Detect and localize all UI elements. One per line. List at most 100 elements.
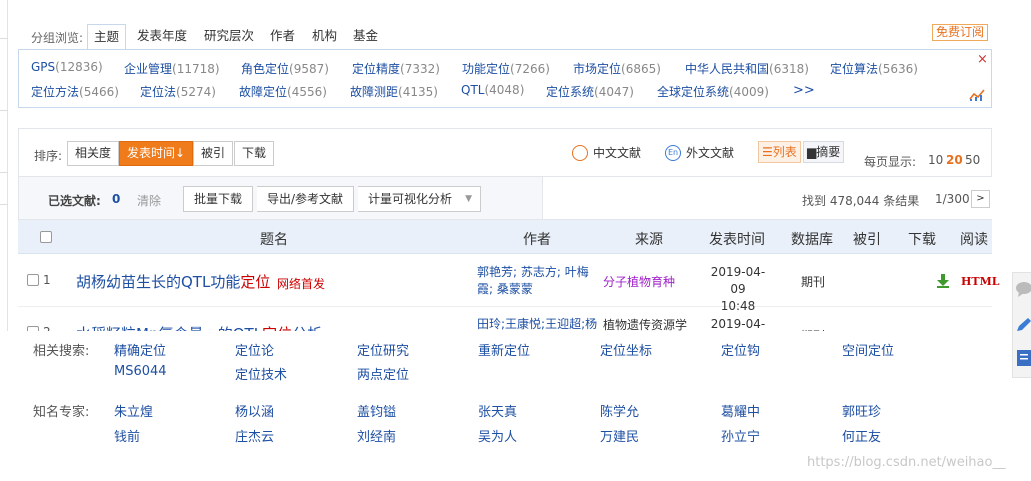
expert-link[interactable]: 葛耀中 xyxy=(721,401,760,420)
document-icon[interactable] xyxy=(1016,349,1031,367)
group-items-panel: GPS(12836) 企业管理(11718) 角色定位(9587) 定位精度(7… xyxy=(18,49,992,108)
row-checkbox[interactable] xyxy=(27,274,39,286)
expert-link[interactable]: 陈学允 xyxy=(600,401,639,420)
expert-link[interactable]: 何正友 xyxy=(842,426,881,445)
online-first-badge: 网络首发 xyxy=(277,277,326,291)
col-author[interactable]: 作者 xyxy=(523,229,551,249)
expert-link[interactable]: 万建民 xyxy=(600,426,639,445)
chart-trend-icon[interactable] xyxy=(969,87,985,101)
col-read[interactable]: 阅读 xyxy=(960,229,988,249)
view-abstract-button[interactable]: ▆摘要 xyxy=(803,141,845,163)
batch-download-button[interactable]: 批量下载 xyxy=(183,186,254,212)
group-item[interactable]: 故障定位(4556) xyxy=(239,83,327,100)
table-header: 题名 作者 来源 发表时间 数据库 被引 下载 阅读 xyxy=(18,220,992,254)
select-all-checkbox[interactable] xyxy=(40,231,52,243)
related-search-link[interactable]: 重新定位 xyxy=(478,340,530,359)
comment-icon[interactable] xyxy=(1015,281,1031,297)
expert-link[interactable]: 盖钧镒 xyxy=(357,401,396,420)
tab-author[interactable]: 作者 xyxy=(264,24,301,50)
group-item[interactable]: 角色定位(9587) xyxy=(241,60,329,77)
expert-link[interactable]: 钱前 xyxy=(114,426,140,445)
col-title[interactable]: 题名 xyxy=(260,229,288,249)
table-row: 1 胡杨幼苗生长的QTL功能定位 网络首发 郭艳芳; 苏志方; 叶梅霞; 桑蒙蒙… xyxy=(18,255,1000,313)
related-search-link[interactable]: MS6044 xyxy=(114,364,167,379)
expert-link[interactable]: 郭旺珍 xyxy=(842,401,881,420)
per-page-label: 每页显示: xyxy=(864,155,917,169)
group-item[interactable]: 功能定位(7266) xyxy=(462,60,550,77)
close-icon[interactable]: × xyxy=(977,52,988,67)
tab-year[interactable]: 发表年度 xyxy=(131,24,193,50)
authors[interactable]: 郭艳芳; 苏志方; 叶梅霞; 桑蒙蒙 xyxy=(477,264,589,298)
related-search-link[interactable]: 精确定位 xyxy=(114,340,166,359)
group-item[interactable]: 故障测距(4135) xyxy=(350,83,438,100)
expert-link[interactable]: 刘经南 xyxy=(357,426,396,445)
expert-link[interactable]: 张天真 xyxy=(478,401,517,420)
row-index: 1 xyxy=(43,273,51,287)
sort-cited-button[interactable]: 被引 xyxy=(193,141,234,166)
related-search-link[interactable]: 两点定位 xyxy=(357,364,409,383)
chevron-down-icon: ▼ xyxy=(465,194,473,204)
selection-bar: 已选文献: 0 清除 批量下载 导出/参考文献 计量可视化分析 ▼ 找到 478,… xyxy=(18,176,992,220)
experts-label: 知名专家: xyxy=(33,405,90,420)
database: 期刊 xyxy=(801,275,826,289)
foreign-literature-icon: En xyxy=(665,144,681,161)
group-item[interactable]: 定位方法(5466) xyxy=(31,83,119,100)
per-page-20[interactable]: 20 xyxy=(946,153,963,167)
group-browse-bar: 分组浏览: 主题 发表年度 研究层次 作者 机构 基金 xyxy=(31,24,991,50)
view-list-button[interactable]: ☰列表 xyxy=(758,141,801,163)
col-cited[interactable]: 被引 xyxy=(853,229,881,249)
result-info-panel xyxy=(542,177,992,219)
per-page-10[interactable]: 10 xyxy=(928,153,943,167)
foreign-literature-toggle[interactable]: En 外文文献 xyxy=(665,144,734,162)
watermark: https://blog.csdn.net/weihao__ xyxy=(807,455,1006,470)
expert-link[interactable]: 庄杰云 xyxy=(235,426,274,445)
related-search-link[interactable]: 定位钩 xyxy=(721,340,760,359)
sort-date-button[interactable]: 发表时间↓ xyxy=(119,141,194,166)
edit-icon[interactable] xyxy=(1015,317,1031,333)
related-search-link[interactable]: 定位坐标 xyxy=(600,340,652,359)
related-search-label: 相关搜索: xyxy=(33,344,90,359)
more-items-button[interactable]: >> xyxy=(793,83,815,98)
group-item[interactable]: GPS(12836) xyxy=(31,60,103,74)
group-item[interactable]: 企业管理(11718) xyxy=(124,60,220,77)
tab-institution[interactable]: 机构 xyxy=(306,24,343,50)
download-icon[interactable] xyxy=(937,274,949,288)
expert-link[interactable]: 吴为人 xyxy=(478,426,517,445)
tab-topic[interactable]: 主题 xyxy=(87,24,127,50)
col-source[interactable]: 来源 xyxy=(635,229,663,249)
article-title-link[interactable]: 胡杨幼苗生长的QTL功能定位 xyxy=(76,271,270,292)
related-search-link[interactable]: 定位技术 xyxy=(235,364,287,383)
source-link[interactable]: 分子植物育种 xyxy=(603,273,675,290)
expert-link[interactable]: 朱立煌 xyxy=(114,401,153,420)
sort-download-button[interactable]: 下载 xyxy=(234,141,275,166)
related-search-link[interactable]: 定位论 xyxy=(235,340,274,359)
col-database[interactable]: 数据库 xyxy=(791,229,833,249)
expert-link[interactable]: 孙立宁 xyxy=(721,426,760,445)
expert-link[interactable]: 杨以涵 xyxy=(235,401,274,420)
next-page-button[interactable]: > xyxy=(971,190,990,208)
col-download[interactable]: 下载 xyxy=(908,229,936,249)
free-subscribe-button[interactable]: 免费订阅 xyxy=(932,24,989,41)
html-read-link[interactable]: HTML xyxy=(961,275,1000,288)
selected-count: 0 xyxy=(112,192,121,206)
group-item[interactable]: 定位算法(5636) xyxy=(830,60,918,77)
group-item[interactable]: 定位系统(4047) xyxy=(546,83,634,100)
sort-label: 排序: xyxy=(34,149,63,163)
per-page-50[interactable]: 50 xyxy=(965,153,980,167)
group-item[interactable]: 定位法(5274) xyxy=(140,83,216,100)
chinese-literature-toggle[interactable]: 中文文献 xyxy=(572,144,641,162)
group-item[interactable]: 市场定位(6865) xyxy=(573,60,661,77)
sort-relevance-button[interactable]: 相关度 xyxy=(67,141,120,166)
related-search-link[interactable]: 空间定位 xyxy=(842,340,894,359)
tab-fund[interactable]: 基金 xyxy=(347,24,384,50)
tab-research-level[interactable]: 研究层次 xyxy=(198,24,260,50)
export-button[interactable]: 导出/参考文献 xyxy=(257,186,355,212)
col-date[interactable]: 发表时间 xyxy=(709,229,765,249)
clear-button[interactable]: 清除 xyxy=(137,192,161,209)
group-item[interactable]: 中华人民共和国(6318) xyxy=(685,60,809,77)
group-item[interactable]: QTL(4048) xyxy=(461,83,524,97)
group-item[interactable]: 定位精度(7332) xyxy=(352,60,440,77)
group-item[interactable]: 全球定位系统(4009) xyxy=(657,83,769,100)
visual-analysis-dropdown[interactable]: 计量可视化分析 ▼ xyxy=(358,186,482,212)
related-search-link[interactable]: 定位研究 xyxy=(357,340,409,359)
